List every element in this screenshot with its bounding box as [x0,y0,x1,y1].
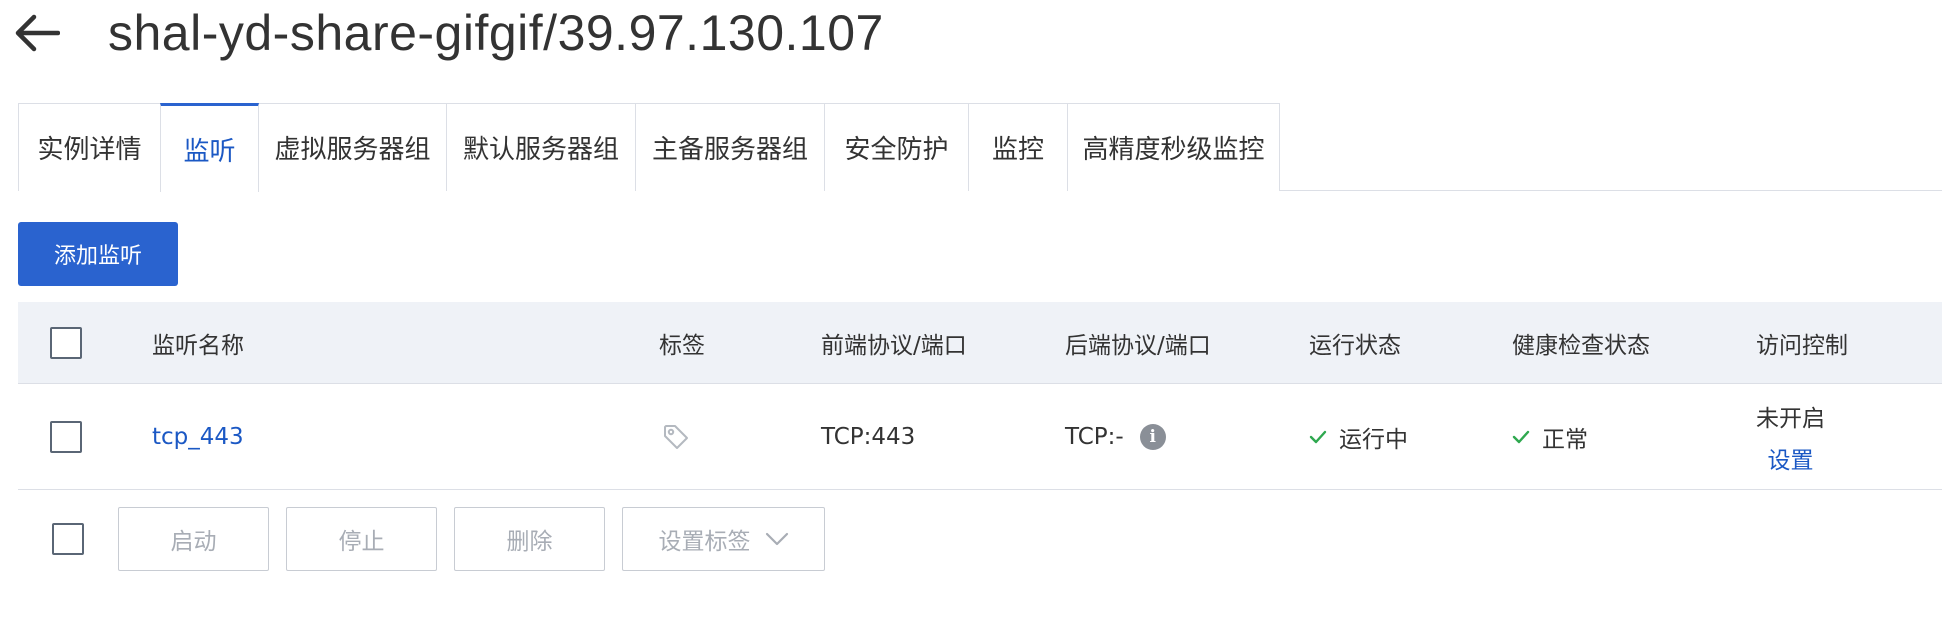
row-select-cell [50,384,82,489]
start-button[interactable]: 启动 [118,507,269,571]
set-tags-label: 设置标签 [658,529,751,555]
tab-security[interactable]: 安全防护 [824,103,969,191]
column-header-frontend: 前端协议/端口 [821,332,967,359]
check-icon [1512,430,1530,443]
table-header: 监听名称 标签 前端协议/端口 后端协议/端口 运行状态 健康检查状态 访问控制 [18,302,1942,384]
column-header-backend: 后端协议/端口 [1065,332,1211,359]
access-control-settings-link[interactable]: 设置 [1768,441,1814,475]
access-control-cell: 未开启 设置 [1756,384,1825,489]
delete-button[interactable]: 删除 [454,507,605,571]
tags-cell [662,384,690,489]
arrow-left-icon [15,14,60,52]
select-all-cell [50,302,82,383]
health-status-text: 正常 [1542,426,1588,453]
backend-port-cell: TCP:- i [1065,384,1166,489]
check-icon [1309,430,1327,443]
select-all-checkbox[interactable] [50,326,82,359]
listener-name-link[interactable]: tcp_443 [152,424,244,450]
set-tags-dropdown[interactable]: 设置标签 [622,507,825,571]
tab-listeners[interactable]: 监听 [160,103,259,192]
run-status-cell: 运行中 [1309,384,1408,489]
column-header-tags: 标签 [659,332,705,359]
tab-monitoring[interactable]: 监控 [968,103,1068,191]
access-control-status: 未开启 [1756,405,1825,432]
column-header-run-status: 运行状态 [1309,332,1401,359]
frontend-port-cell: TCP:443 [821,423,916,450]
chevron-down-icon [765,532,788,546]
tab-vserver-groups[interactable]: 虚拟服务器组 [258,103,447,191]
tab-master-slave-group[interactable]: 主备服务器组 [635,103,825,191]
tag-icon[interactable] [662,423,690,451]
add-listener-button[interactable]: 添加监听 [18,222,178,286]
table-row: tcp_443 TCP:443 TCP:- i 运行中 正常 未开启 设置 [18,384,1942,490]
tab-instance-details[interactable]: 实例详情 [18,103,161,191]
page-header: shal-yd-share-gifgif/39.97.130.107 [14,0,884,66]
info-icon[interactable]: i [1139,423,1166,450]
tab-default-server-group[interactable]: 默认服务器组 [446,103,636,191]
stop-button[interactable]: 停止 [286,507,437,571]
column-header-name: 监听名称 [152,332,244,359]
health-status-cell: 正常 [1512,384,1588,489]
backend-port-value: TCP:- [1065,423,1124,450]
batch-select-checkbox[interactable] [52,523,84,555]
listener-name-cell: tcp_443 [152,384,244,489]
tab-hd-monitoring[interactable]: 高精度秒级监控 [1067,103,1280,191]
column-header-access-control: 访问控制 [1756,332,1848,359]
page-title: shal-yd-share-gifgif/39.97.130.107 [108,5,884,61]
back-button[interactable] [14,6,68,60]
tab-bar: 实例详情 监听 虚拟服务器组 默认服务器组 主备服务器组 安全防护 监控 高精度… [18,103,1942,192]
batch-action-bar: 启动 停止 删除 设置标签 [18,490,1942,590]
row-checkbox[interactable] [50,420,82,453]
run-status-text: 运行中 [1339,426,1408,453]
column-header-health-status: 健康检查状态 [1512,332,1650,359]
